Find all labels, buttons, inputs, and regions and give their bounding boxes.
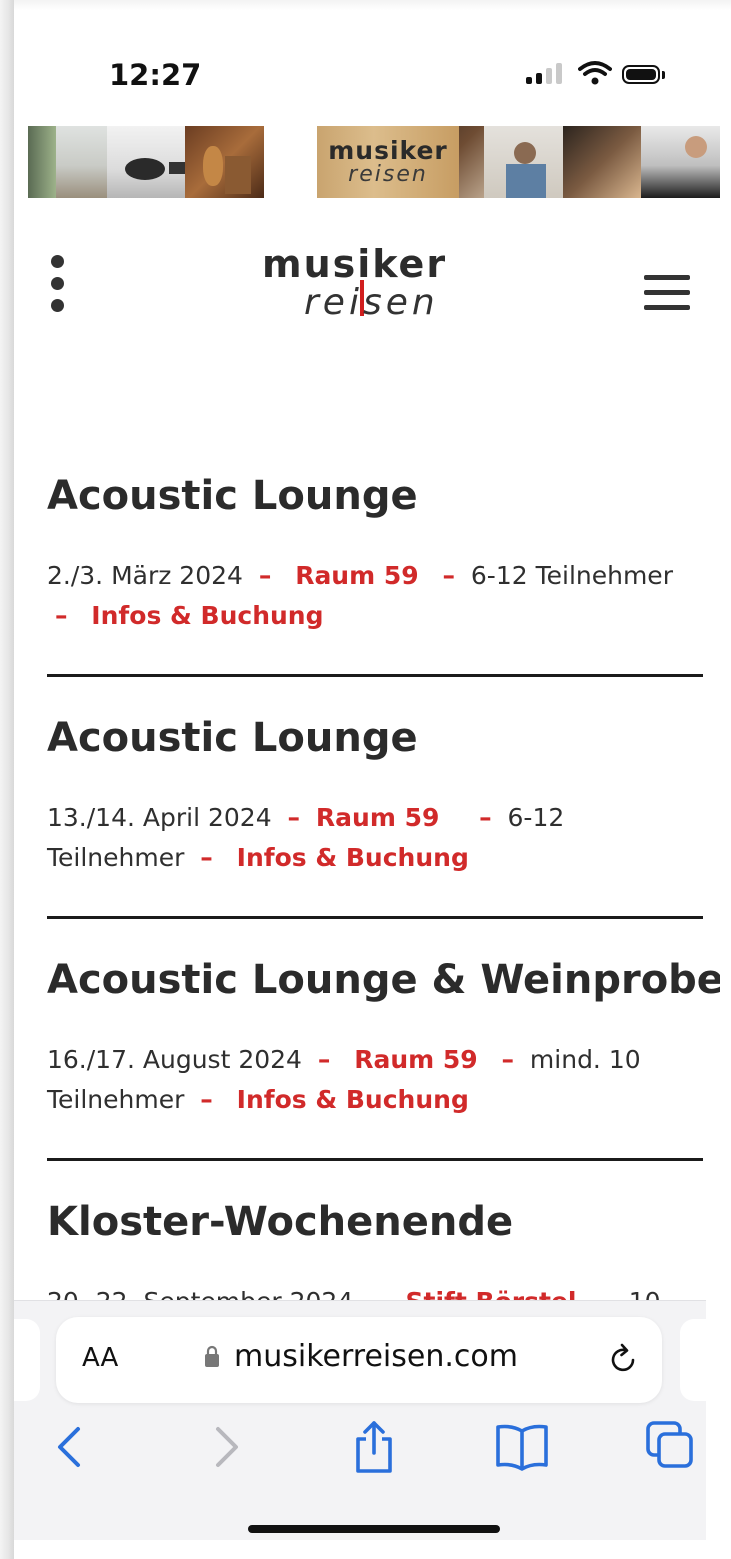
banner-photo-guitar	[185, 126, 264, 198]
url-text[interactable]: musikerreisen.com	[234, 1339, 518, 1374]
event-item: Acoustic Lounge 2./3. März 2024 – Raum 5…	[47, 472, 707, 630]
event-participants-cont: Teilnehmer	[47, 1085, 185, 1114]
event-participants: 6-12 Teilnehmer	[470, 561, 673, 590]
text-size-button[interactable]: AA	[82, 1343, 118, 1373]
status-icons	[526, 60, 686, 90]
event-date: 13./14. April 2024	[47, 803, 272, 832]
event-participants: mind. 10	[529, 1045, 641, 1074]
home-indicator	[248, 1525, 500, 1533]
site-logo[interactable]: musiker reisen	[262, 242, 445, 323]
banner-photo-piano	[641, 126, 720, 198]
separator: –	[54, 601, 68, 630]
separator: –	[317, 1045, 331, 1074]
event-venue-link[interactable]: Raum 59	[295, 561, 418, 590]
event-title: Acoustic Lounge	[47, 715, 418, 761]
tabs-icon[interactable]	[642, 1417, 702, 1477]
banner-logo-line1: musiker	[328, 136, 448, 165]
event-meta: 2./3. März 2024 – Raum 59 – 6-12 Teilneh…	[47, 556, 707, 636]
event-date: 2./3. März 2024	[47, 561, 243, 590]
banner-photo-room	[28, 126, 107, 198]
event-booking-link[interactable]: Infos & Buchung	[237, 1085, 469, 1114]
previous-tab-card[interactable]	[14, 1319, 40, 1401]
more-options-icon[interactable]	[48, 255, 68, 313]
next-tab-card[interactable]	[680, 1319, 706, 1401]
separator: –	[200, 843, 213, 872]
separator: –	[258, 561, 272, 590]
event-meta: 13./14. April 2024 – Raum 59 – 6-12 Teil…	[47, 798, 707, 878]
separator: –	[287, 803, 301, 832]
bookmarks-icon[interactable]	[492, 1417, 552, 1477]
event-booking-link[interactable]: Infos & Buchung	[91, 601, 323, 630]
event-date: 16./17. August 2024	[47, 1045, 302, 1074]
banner-logo-line2: reisen	[348, 162, 428, 187]
browser-toolbar	[14, 1417, 706, 1487]
wifi-icon	[578, 61, 612, 85]
event-item: Acoustic Lounge 13./14. April 2024 – Rau…	[47, 714, 707, 872]
share-icon[interactable]	[344, 1417, 404, 1477]
forward-icon[interactable]	[196, 1417, 256, 1477]
banner-logo: musiker reisen	[317, 126, 459, 198]
event-item: Kloster-Wochenende 20.-22. September 202…	[47, 1198, 707, 1316]
event-participants: 6-12	[507, 803, 565, 832]
event-title: Acoustic Lounge & Weinprobe	[47, 957, 720, 1003]
site-logo-line1: musiker	[262, 242, 448, 286]
event-booking-link[interactable]: Infos & Buchung	[237, 843, 469, 872]
lock-icon	[205, 1345, 219, 1367]
divider	[47, 916, 703, 919]
browser-bottom-bar: AA musikerreisen.com	[14, 1300, 706, 1540]
event-participants-cont: Teilnehmer	[47, 843, 185, 872]
banner-photo-musician	[484, 126, 563, 198]
separator: –	[200, 1085, 213, 1114]
event-meta: 16./17. August 2024 – Raum 59 – mind. 10…	[47, 1040, 707, 1120]
event-title: Acoustic Lounge	[47, 473, 418, 519]
event-title: Kloster-Wochenende	[47, 1199, 514, 1245]
divider	[47, 674, 703, 677]
device-frame-top	[0, 0, 731, 10]
hamburger-menu-icon[interactable]	[644, 275, 690, 311]
event-venue-link[interactable]: Raum 59	[354, 1045, 477, 1074]
back-icon[interactable]	[40, 1417, 100, 1477]
event-item: Acoustic Lounge & Weinprobe 16./17. Augu…	[47, 956, 720, 1114]
reload-icon[interactable]	[606, 1341, 642, 1377]
battery-icon	[622, 65, 660, 84]
status-time: 12:27	[109, 58, 202, 92]
banner-photo-hands	[562, 126, 642, 198]
separator: –	[501, 1045, 515, 1074]
site-logo-line2: reisen	[304, 282, 439, 323]
device-frame-left	[0, 0, 14, 1559]
event-venue-link[interactable]: Raum 59	[316, 803, 439, 832]
separator: –	[479, 803, 492, 832]
banner-photo-drums	[106, 126, 186, 198]
separator: –	[442, 561, 456, 590]
address-bar[interactable]: AA musikerreisen.com	[56, 1317, 662, 1403]
divider	[47, 1158, 703, 1161]
